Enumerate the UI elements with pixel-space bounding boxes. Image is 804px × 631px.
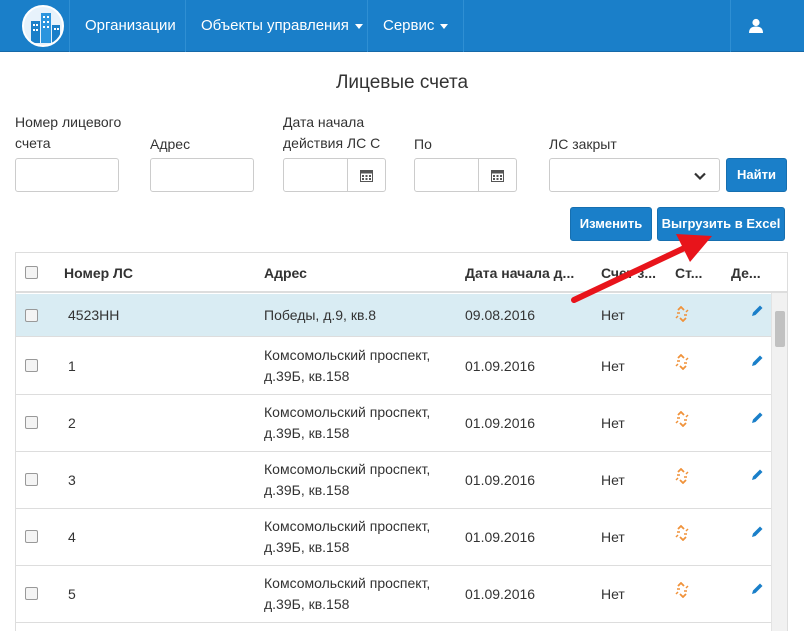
account-address-line2: д.39Б, кв.158 (264, 539, 350, 555)
row-checkbox[interactable] (25, 309, 38, 322)
account-address-line1: Комсомольский проспект, (264, 347, 431, 363)
account-address-line1: Комсомольский проспект, (264, 575, 431, 591)
account-address-line1: Комсомольский проспект, (264, 461, 431, 477)
edit-pencil-icon[interactable] (750, 411, 764, 425)
date-to-input[interactable] (414, 158, 517, 192)
account-address-line2: д.39Б, кв.158 (264, 368, 350, 384)
account-address-line1: Комсомольский проспект, (264, 404, 431, 420)
edit-pencil-icon[interactable] (750, 304, 764, 318)
account-start-date: 01.09.2016 (465, 358, 536, 374)
broken-link-icon[interactable] (675, 411, 689, 427)
column-header-actions[interactable]: Де... (731, 265, 769, 281)
top-navbar: Организации Объекты управления Сервис (0, 0, 804, 52)
broken-link-icon[interactable] (675, 525, 689, 541)
account-closed: Нет (601, 472, 625, 488)
row-checkbox[interactable] (25, 530, 38, 543)
edit-pencil-icon[interactable] (750, 582, 764, 596)
nav-organizations[interactable]: Организации (69, 0, 191, 52)
export-excel-button[interactable]: Выгрузить в Excel (657, 207, 785, 241)
nav-management-objects[interactable]: Объекты управления (185, 0, 378, 52)
broken-link-icon[interactable] (675, 306, 689, 322)
closed-label: ЛС закрыт (549, 136, 617, 152)
account-number: 5 (68, 586, 76, 602)
broken-link-icon[interactable] (675, 354, 689, 370)
table-row[interactable]: 4 Комсомольский проспект, д.39Б, кв.158 … (16, 509, 772, 566)
table-row[interactable]: 5 Комсомольский проспект, д.39Б, кв.158 … (16, 566, 772, 623)
accounts-table: Номер ЛС Адрес Дата начала д... Счет з..… (15, 252, 788, 631)
account-number: 2 (68, 415, 76, 431)
table-row[interactable]: 2 Комсомольский проспект, д.39Б, кв.158 … (16, 395, 772, 452)
account-start-date: 09.08.2016 (465, 307, 536, 323)
address-label: Адрес (150, 136, 191, 152)
table-row[interactable]: 3 Комсомольский проспект, д.39Б, кв.158 … (16, 452, 772, 509)
column-header-number[interactable]: Номер ЛС (64, 265, 244, 281)
account-number-input[interactable] (15, 158, 119, 192)
address-input[interactable] (150, 158, 254, 192)
account-closed: Нет (601, 358, 625, 374)
date-from-label-line2: действия ЛС С (283, 135, 381, 151)
row-checkbox[interactable] (25, 473, 38, 486)
account-number-label-line2: счета (15, 135, 51, 151)
column-header-closed[interactable]: Счет з... (601, 265, 657, 281)
chevron-down-icon (694, 172, 706, 181)
account-number: 1 (68, 358, 76, 374)
broken-link-icon[interactable] (675, 468, 689, 484)
caret-down-icon (354, 23, 363, 29)
account-address-line2: д.39Б, кв.158 (264, 425, 350, 441)
user-menu[interactable] (730, 0, 804, 52)
table-header: Номер ЛС Адрес Дата начала д... Счет з..… (16, 253, 787, 293)
date-from-label-line1: Дата начала (283, 114, 365, 130)
select-all-checkbox[interactable] (25, 266, 38, 279)
caret-down-icon (440, 23, 449, 29)
row-checkbox[interactable] (25, 416, 38, 429)
edit-pencil-icon[interactable] (750, 468, 764, 482)
table-row[interactable]: 4523НН Победы, д.9, кв.8 09.08.2016 Нет (16, 294, 772, 337)
account-closed: Нет (601, 307, 625, 323)
account-start-date: 01.09.2016 (465, 472, 536, 488)
account-address-line2: д.39Б, кв.158 (264, 482, 350, 498)
closed-select[interactable] (549, 158, 720, 192)
user-icon (749, 18, 763, 33)
find-button[interactable]: Найти (726, 158, 787, 192)
account-address-line2: д.39Б, кв.158 (264, 596, 350, 612)
account-address-line1: Комсомольский проспект, (264, 518, 431, 534)
date-to-label: По (414, 136, 432, 152)
column-header-start-date[interactable]: Дата начала д... (465, 265, 578, 281)
account-closed: Нет (601, 415, 625, 431)
account-number: 3 (68, 472, 76, 488)
account-number: 4 (68, 529, 76, 545)
nav-service[interactable]: Сервис (367, 0, 465, 52)
broken-link-icon[interactable] (675, 582, 689, 598)
page-title: Лицевые счета (335, 72, 469, 93)
scrollbar-thumb[interactable] (775, 311, 785, 347)
table-scrollbar[interactable] (771, 293, 787, 631)
column-header-status[interactable]: Ст... (675, 265, 715, 281)
edit-button[interactable]: Изменить (570, 207, 652, 241)
account-number: 4523НН (68, 307, 120, 323)
account-address: Победы, д.9, кв.8 (264, 307, 377, 323)
account-start-date: 01.09.2016 (465, 415, 536, 431)
row-checkbox[interactable] (25, 359, 38, 372)
row-checkbox[interactable] (25, 587, 38, 600)
account-start-date: 01.09.2016 (465, 586, 536, 602)
column-header-address[interactable]: Адрес (264, 265, 444, 281)
calendar-icon[interactable] (347, 159, 385, 191)
table-row[interactable]: 1 Комсомольский проспект, д.39Б, кв.158 … (16, 338, 772, 395)
account-start-date: 01.09.2016 (465, 529, 536, 545)
account-closed: Нет (601, 586, 625, 602)
edit-pencil-icon[interactable] (750, 525, 764, 539)
account-number-label-line1: Номер лицевого (15, 114, 122, 130)
calendar-icon[interactable] (478, 159, 516, 191)
edit-pencil-icon[interactable] (750, 354, 764, 368)
account-closed: Нет (601, 529, 625, 545)
date-from-input[interactable] (283, 158, 386, 192)
logo-icon[interactable] (22, 5, 64, 47)
